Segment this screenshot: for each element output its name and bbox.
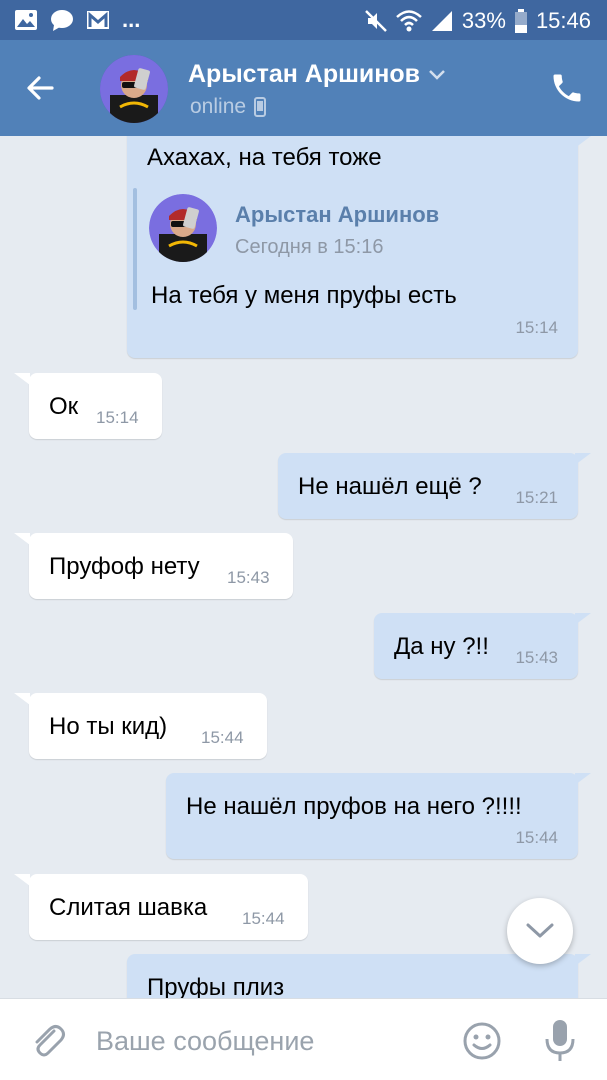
- message-text: Да ну ?!!: [394, 633, 489, 660]
- gmail-icon: [87, 11, 109, 29]
- message-bubble-outgoing[interactable]: Да ну ?!! 15:43: [374, 613, 578, 679]
- more-notifications: ...: [122, 7, 141, 32]
- battery-percent: 33%: [461, 8, 506, 33]
- forwarded-author[interactable]: Арыстан Аршинов: [235, 202, 439, 228]
- contact-status: online: [190, 95, 267, 119]
- scroll-to-bottom-button[interactable]: [507, 898, 573, 964]
- smiley-icon: [463, 1022, 501, 1060]
- mobile-icon: [254, 97, 267, 117]
- bubble-tail: [575, 613, 591, 625]
- contact-name-label: Арыстан Аршинов: [188, 60, 421, 88]
- message-text: Не нашёл пруфов на него ?!!!!: [186, 793, 522, 820]
- avatar-image: [100, 55, 168, 123]
- bubble-tail: [575, 453, 591, 465]
- message-bubble-outgoing[interactable]: Не нашёл пруфов на него ?!!!! 15:44: [166, 773, 578, 859]
- message-text: Ок: [49, 393, 79, 420]
- chevron-down-icon: [526, 923, 554, 938]
- message-text: Ахахах, на тебя тоже: [147, 144, 382, 171]
- message-bubble-incoming[interactable]: Ок 15:14: [29, 373, 162, 439]
- signal-icon: [431, 11, 452, 31]
- message-time: 15:43: [227, 568, 270, 587]
- message-time: 15:44: [201, 728, 244, 747]
- message-bubble-incoming[interactable]: Но ты кид) 15:44: [29, 693, 267, 759]
- chevron-down-icon: [429, 69, 445, 80]
- message-bubble-incoming[interactable]: Слитая шавка 15:44: [29, 874, 308, 940]
- clock: 15:46: [535, 8, 591, 33]
- attach-button[interactable]: [28, 1021, 68, 1061]
- avatar[interactable]: [100, 55, 168, 123]
- emoji-button[interactable]: [462, 1021, 502, 1061]
- message-time: 15:14: [515, 318, 558, 337]
- battery-icon: [514, 9, 527, 33]
- message-text: Слитая шавка: [49, 894, 208, 921]
- forwarded-date: Сегодня в 15:16: [235, 236, 384, 258]
- message-time: 15:43: [515, 648, 558, 667]
- online-status: online: [190, 95, 247, 118]
- message-bubble-outgoing[interactable]: Ахахах, на тебя тоже Арыстан Аршинов Сег…: [127, 136, 578, 358]
- message-bubble-outgoing[interactable]: Не нашёл ещё ? 15:21: [278, 453, 578, 519]
- microphone-icon: [545, 1020, 575, 1061]
- back-button[interactable]: [20, 68, 60, 108]
- message-icon: [51, 10, 73, 31]
- voice-message-button[interactable]: [540, 1017, 580, 1065]
- contact-name[interactable]: Арыстан Аршинов: [188, 60, 446, 89]
- message-text: Пруфы плиз: [147, 974, 285, 998]
- bubble-tail: [14, 693, 30, 705]
- forwarded-avatar[interactable]: [149, 194, 217, 262]
- message-input[interactable]: [96, 1021, 426, 1061]
- message-text: Не нашёл ещё ?: [298, 473, 482, 500]
- bubble-tail: [575, 954, 591, 966]
- message-time: 15:44: [515, 828, 558, 847]
- bubble-tail: [575, 773, 591, 785]
- paperclip-icon: [35, 1025, 65, 1057]
- message-text: Пруфоф нету: [49, 553, 200, 580]
- phone-icon: [553, 74, 581, 102]
- message-time: 15:44: [242, 909, 285, 928]
- message-time: 15:21: [515, 488, 558, 507]
- bubble-tail: [14, 533, 30, 545]
- gallery-icon: [15, 10, 37, 30]
- call-button[interactable]: [549, 70, 585, 106]
- bubble-tail: [14, 373, 30, 385]
- arrow-left-icon: [27, 76, 54, 100]
- message-composer: [0, 998, 607, 1080]
- message-list[interactable]: Ахахах, на тебя тоже Арыстан Аршинов Сег…: [0, 136, 607, 998]
- chat-header: Арыстан Аршинов online: [0, 40, 607, 136]
- avatar-image: [149, 194, 217, 262]
- message-time: 15:14: [96, 408, 139, 427]
- mute-icon: [365, 10, 387, 32]
- bubble-tail: [14, 874, 30, 886]
- status-bar: ... 33% 15:46: [0, 0, 607, 40]
- message-text: Но ты кид): [49, 713, 168, 740]
- wifi-icon: [396, 10, 422, 32]
- message-bubble-outgoing[interactable]: Пруфы плиз: [127, 954, 578, 998]
- message-bubble-incoming[interactable]: Пруфоф нету 15:43: [29, 533, 293, 599]
- forwarded-text: На тебя у меня пруфы есть: [151, 282, 457, 309]
- bubble-tail: [575, 136, 591, 148]
- forwarded-bar: [133, 188, 137, 310]
